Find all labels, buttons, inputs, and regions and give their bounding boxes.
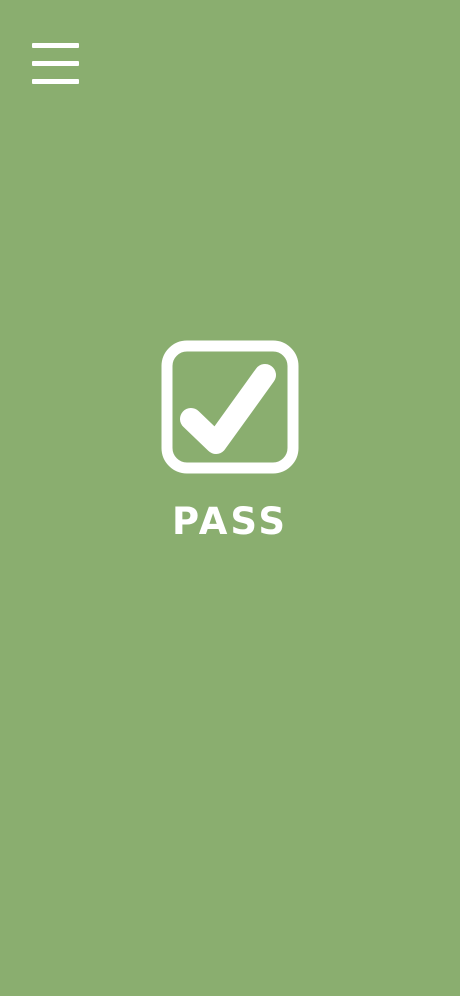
- menu-bar-bottom: [32, 79, 79, 84]
- status-block: PASS: [0, 340, 460, 544]
- status-label: PASS: [172, 500, 288, 543]
- checkbox-checked-icon: [161, 340, 299, 474]
- menu-bar-middle: [32, 61, 79, 66]
- menu-bar-top: [32, 43, 79, 48]
- pass-screen: PASS: [0, 0, 460, 996]
- hamburger-menu-icon[interactable]: [32, 41, 80, 87]
